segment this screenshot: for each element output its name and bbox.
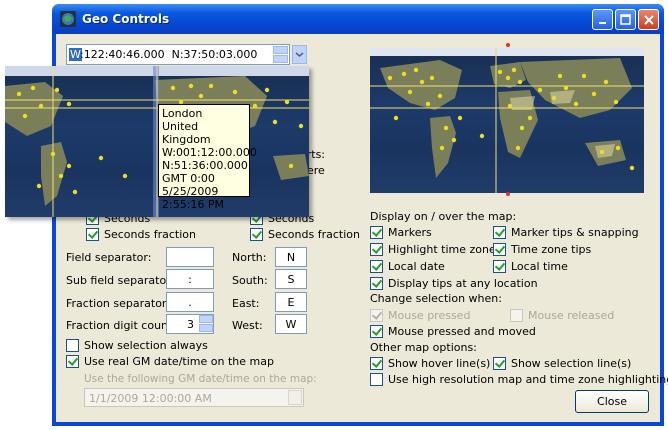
west-input[interactable]: W bbox=[275, 314, 307, 334]
change-selection-header: Change selection when: bbox=[370, 292, 502, 305]
gm-date-picker[interactable]: 1/1/2009 12:00:00 AM bbox=[84, 388, 304, 407]
local-time-label: Local time bbox=[511, 260, 568, 273]
mouse-pressed-checkbox[interactable] bbox=[370, 309, 383, 322]
markers-checkbox[interactable] bbox=[370, 226, 383, 239]
north-label: North: bbox=[232, 251, 267, 264]
fraction-digit-count-label: Fraction digit count: bbox=[66, 319, 177, 332]
high-resolution-label: Use high resolution map and time zone hi… bbox=[388, 373, 668, 386]
field-separator-input[interactable] bbox=[166, 247, 214, 267]
local-date-checkbox[interactable] bbox=[370, 260, 383, 273]
markers-label: Markers bbox=[388, 226, 432, 239]
tooltip-longitude: W:001:12:00.000 bbox=[162, 146, 257, 159]
south-label: South: bbox=[232, 274, 268, 287]
digit-count-spinner[interactable] bbox=[199, 315, 213, 333]
main-world-map[interactable] bbox=[370, 48, 644, 193]
east-input[interactable]: E bbox=[275, 292, 307, 312]
window-title: Geo Controls bbox=[82, 12, 170, 26]
digit-up-icon[interactable] bbox=[199, 315, 213, 323]
coordinate-input[interactable]: W :122:40:46.000 N:37:50:03.000 bbox=[66, 44, 290, 65]
coordinate-spinner[interactable] bbox=[273, 46, 288, 63]
tooltip-gmt: GMT 0:00 bbox=[162, 172, 215, 185]
gm-date-value: 1/1/2009 12:00:00 AM bbox=[89, 392, 212, 405]
map-edge-marker-bottom bbox=[506, 192, 510, 196]
mouse-released-checkbox[interactable] bbox=[510, 309, 523, 322]
spin-up-icon[interactable] bbox=[273, 46, 288, 54]
show-selection-always-label: Show selection always bbox=[84, 339, 208, 352]
field-separator-label: Field separator: bbox=[66, 251, 152, 264]
use-real-gm-checkbox[interactable] bbox=[66, 355, 79, 368]
spin-down-icon[interactable] bbox=[273, 55, 288, 63]
fraction-separator-label: Fraction separator: bbox=[66, 297, 170, 310]
highlight-time-zones-label: Highlight time zones bbox=[388, 243, 502, 256]
show-selection-line-label: Show selection line(s) bbox=[511, 357, 632, 370]
coordinate-text: :122:40:46.000 N:37:50:03.000 bbox=[80, 48, 258, 61]
tooltip-time: 2:55:16 PM bbox=[162, 198, 225, 211]
north-input[interactable]: N bbox=[275, 247, 307, 267]
use-following-gm-label: Use the following GM date/time on the ma… bbox=[84, 373, 317, 385]
marker-tips-label: Marker tips & snapping bbox=[511, 226, 639, 239]
mouse-pressed-moved-label: Mouse pressed and moved bbox=[388, 325, 536, 338]
display-header: Display on / over the map: bbox=[370, 210, 517, 223]
gm-date-spin-icon[interactable] bbox=[288, 390, 302, 405]
west-label: West: bbox=[232, 319, 263, 332]
show-hover-line-checkbox[interactable] bbox=[370, 357, 383, 370]
seconds-fraction-label-right: Seconds fraction bbox=[268, 228, 360, 241]
tooltip-city: London bbox=[162, 107, 203, 120]
seconds-fraction-label-left: Seconds fraction bbox=[104, 228, 196, 241]
show-hover-line-label: Show hover line(s) bbox=[388, 357, 491, 370]
sub-field-separator-input[interactable]: : bbox=[166, 269, 214, 289]
fraction-separator-input[interactable]: . bbox=[166, 292, 214, 312]
show-selection-line-checkbox[interactable] bbox=[493, 357, 506, 370]
high-resolution-checkbox[interactable] bbox=[370, 373, 383, 386]
tooltip-date: 5/25/2009 bbox=[162, 185, 219, 198]
digit-down-icon[interactable] bbox=[199, 324, 213, 332]
popup-world-map[interactable] bbox=[5, 66, 309, 217]
east-label: East: bbox=[232, 297, 260, 310]
highlight-time-zones-checkbox[interactable] bbox=[370, 243, 383, 256]
minimize-icon[interactable] bbox=[592, 9, 613, 30]
other-options-header: Other map options: bbox=[370, 341, 477, 354]
show-selection-always-checkbox[interactable] bbox=[66, 339, 79, 352]
mouse-released-label: Mouse released bbox=[528, 309, 615, 322]
location-tooltip: London United Kingdom W:001:12:00.000 N:… bbox=[158, 104, 257, 211]
tooltip-latitude: N:51:36:00.000 bbox=[162, 159, 248, 172]
seconds-fraction-checkbox-right[interactable] bbox=[250, 228, 263, 241]
time-zone-tips-label: Time zone tips bbox=[511, 243, 592, 256]
map-edge-marker-top bbox=[506, 43, 510, 47]
mouse-pressed-label: Mouse pressed bbox=[388, 309, 471, 322]
display-tips-checkbox[interactable] bbox=[370, 277, 383, 290]
local-time-checkbox[interactable] bbox=[493, 260, 506, 273]
display-tips-label: Display tips at any location bbox=[388, 277, 538, 290]
mouse-pressed-moved-checkbox[interactable] bbox=[370, 325, 383, 338]
sub-field-separator-label: Sub field separator: bbox=[66, 274, 175, 287]
close-button[interactable]: Close bbox=[575, 390, 649, 413]
south-input[interactable]: S bbox=[275, 269, 307, 289]
local-date-label: Local date bbox=[388, 260, 445, 273]
title-bar[interactable]: Geo Controls bbox=[52, 4, 664, 34]
use-real-gm-label: Use real GM date/time on the map bbox=[84, 355, 274, 368]
dropdown-chevron-icon[interactable] bbox=[292, 45, 307, 64]
maximize-icon[interactable] bbox=[615, 9, 636, 30]
close-icon[interactable] bbox=[638, 9, 659, 30]
seconds-fraction-checkbox-left[interactable] bbox=[86, 228, 99, 241]
app-icon bbox=[60, 11, 76, 27]
time-zone-tips-checkbox[interactable] bbox=[493, 243, 506, 256]
tooltip-country: United Kingdom bbox=[162, 120, 211, 146]
marker-tips-checkbox[interactable] bbox=[493, 226, 506, 239]
